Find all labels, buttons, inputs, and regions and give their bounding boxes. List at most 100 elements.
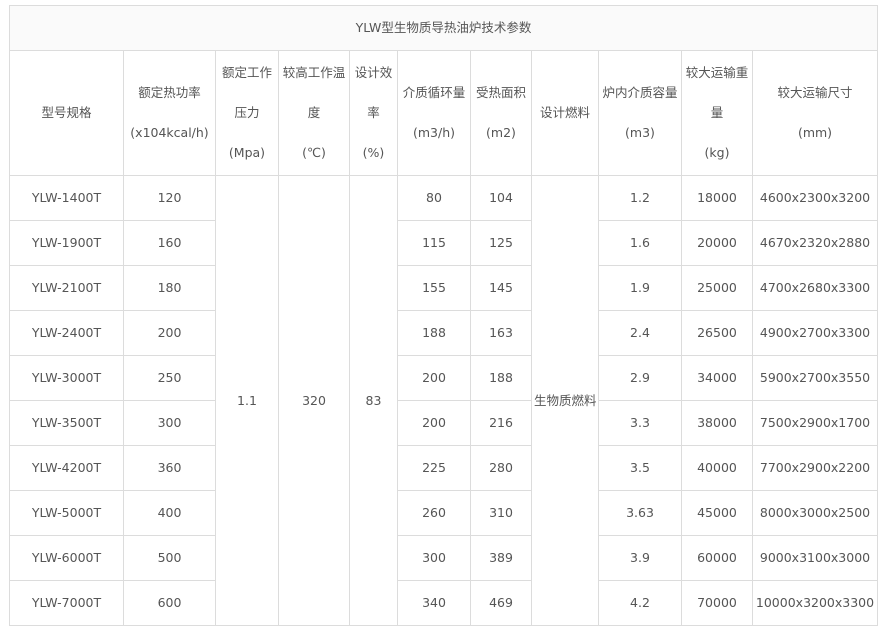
cell-heating-area: 125	[470, 220, 532, 266]
cell-heating-area: 469	[470, 580, 532, 626]
header-heating-area-line: 受热面积	[475, 85, 526, 100]
header-max-temperature-line: (℃)	[302, 145, 326, 160]
cell-medium-capacity: 3.9	[598, 535, 682, 581]
cell-max-size: 4900x2700x3300	[752, 310, 878, 356]
cell-max-size: 10000x3200x3300	[752, 580, 878, 626]
cell-max-size: 7500x2900x1700	[752, 400, 878, 446]
cell-model: YLW-1900T	[9, 220, 124, 266]
table-row: YLW-3500T 300 200 216 3.3 38000 7500x2900x1700	[9, 400, 878, 446]
header-rated-pressure-line: 额定工作	[221, 65, 272, 80]
header-max-weight-line: 较大运输重	[685, 65, 749, 80]
header-rated-pressure: 额定工作压力 (Mpa)	[215, 50, 279, 176]
cell-model: YLW-7000T	[9, 580, 124, 626]
cell-rated-power: 160	[123, 220, 216, 266]
cell-medium-capacity: 1.9	[598, 265, 682, 311]
cell-heating-area: 216	[470, 400, 532, 446]
cell-max-weight: 20000	[681, 220, 753, 266]
header-medium-flow-line: 介质循环量	[402, 85, 466, 100]
cell-max-weight: 60000	[681, 535, 753, 581]
header-row: 型号规格 额定热功率 (x104kcal/h) 额定工作压力 (Mpa) 较高工作温度 (℃…	[9, 50, 878, 176]
table-row: YLW-4200T 360 225 280 3.5 40000 7700x2900x2200	[9, 445, 878, 491]
table-row: YLW-2400T 200 188 163 2.4 26500 4900x2700x3300	[9, 310, 878, 356]
cell-heating-area: 310	[470, 490, 532, 536]
table-title: YLW型生物质导热油炉技术参数	[9, 5, 878, 51]
cell-model: YLW-2100T	[9, 265, 124, 311]
cell-max-weight: 26500	[681, 310, 753, 356]
header-max-temperature-line: 较高工作温	[282, 65, 346, 80]
cell-model: YLW-5000T	[9, 490, 124, 536]
cell-max-weight: 45000	[681, 490, 753, 536]
cell-max-weight: 38000	[681, 400, 753, 446]
cell-medium-capacity: 2.9	[598, 355, 682, 401]
cell-heating-area: 389	[470, 535, 532, 581]
cell-model: YLW-1400T	[9, 175, 124, 221]
cell-medium-flow: 260	[397, 490, 471, 536]
header-max-temperature: 较高工作温度 (℃)	[278, 50, 350, 176]
spec-table-container: YLW型生物质导热油炉技术参数 型号规格 额定热功率 (x104kcal/h) 额定工…	[9, 5, 878, 626]
cell-rated-power: 180	[123, 265, 216, 311]
header-rated-pressure-line: 压力	[234, 105, 260, 120]
cell-rated-power: 600	[123, 580, 216, 626]
cell-medium-flow: 155	[397, 265, 471, 311]
header-medium-capacity-line: 炉内介质容量	[602, 85, 678, 100]
header-medium-capacity-line: (m3)	[625, 125, 655, 140]
cell-max-size: 8000x3000x2500	[752, 490, 878, 536]
header-max-weight-line: 量	[710, 105, 724, 120]
table-row: YLW-5000T 400 260 310 3.63 45000 8000x3000x250…	[9, 490, 878, 536]
cell-medium-flow: 115	[397, 220, 471, 266]
cell-max-weight: 18000	[681, 175, 753, 221]
header-max-size-line: 较大运输尺寸	[777, 85, 853, 100]
cell-max-size: 7700x2900x2200	[752, 445, 878, 491]
cell-efficiency: 83	[349, 175, 398, 626]
cell-rated-power: 200	[123, 310, 216, 356]
cell-model: YLW-3000T	[9, 355, 124, 401]
cell-max-weight: 34000	[681, 355, 753, 401]
header-rated-pressure-line: (Mpa)	[228, 145, 266, 160]
cell-rated-pressure: 1.1	[215, 175, 279, 626]
cell-model: YLW-4200T	[9, 445, 124, 491]
cell-medium-flow: 225	[397, 445, 471, 491]
cell-rated-power: 120	[123, 175, 216, 221]
header-heating-area: 受热面积 (m2)	[470, 50, 532, 176]
header-max-size-line: (mm)	[797, 125, 833, 140]
cell-max-weight: 40000	[681, 445, 753, 491]
table-row: YLW-3000T 250 200 188 2.9 34000 5900x2700x3550	[9, 355, 878, 401]
header-efficiency: 设计效率 (%)	[349, 50, 398, 176]
table-row: YLW-6000T 500 300 389 3.9 60000 9000x3100x3000	[9, 535, 878, 581]
cell-rated-power: 360	[123, 445, 216, 491]
cell-max-size: 4700x2680x3300	[752, 265, 878, 311]
header-model-line: 型号规格	[41, 105, 92, 120]
cell-design-fuel: 生物质燃料	[531, 175, 599, 626]
cell-heating-area: 163	[470, 310, 532, 356]
cell-heating-area: 104	[470, 175, 532, 221]
cell-medium-flow: 340	[397, 580, 471, 626]
cell-max-size: 4670x2320x2880	[752, 220, 878, 266]
cell-medium-flow: 80	[397, 175, 471, 221]
header-rated-power-line: 额定热功率	[138, 85, 201, 100]
cell-heating-area: 188	[470, 355, 532, 401]
cell-medium-flow: 200	[397, 400, 471, 446]
header-max-size: 较大运输尺寸 (mm)	[752, 50, 878, 176]
cell-max-weight: 70000	[681, 580, 753, 626]
header-medium-flow-line: (m3/h)	[412, 125, 456, 140]
table-row: YLW-1900T 160 115 125 1.6 20000 4670x2320x2880	[9, 220, 878, 266]
cell-max-size: 5900x2700x3550	[752, 355, 878, 401]
header-model: 型号规格	[9, 50, 124, 176]
cell-max-temperature: 320	[278, 175, 350, 626]
header-max-temperature-line: 度	[307, 105, 321, 120]
cell-max-size: 4600x2300x3200	[752, 175, 878, 221]
cell-medium-capacity: 2.4	[598, 310, 682, 356]
cell-heating-area: 280	[470, 445, 532, 491]
table-row: YLW-2100T 180 155 145 1.9 25000 4700x2680x3300	[9, 265, 878, 311]
cell-medium-capacity: 3.3	[598, 400, 682, 446]
cell-max-size: 9000x3100x3000	[752, 535, 878, 581]
cell-rated-power: 500	[123, 535, 216, 581]
cell-medium-flow: 300	[397, 535, 471, 581]
header-max-weight: 较大运输重量 (kg)	[681, 50, 753, 176]
header-max-weight-line: (kg)	[704, 145, 730, 160]
cell-medium-capacity: 3.63	[598, 490, 682, 536]
cell-model: YLW-6000T	[9, 535, 124, 581]
table-row: YLW-7000T 600 340 469 4.2 70000 10000x3200x330…	[9, 580, 878, 626]
header-heating-area-line: (m2)	[486, 125, 516, 140]
header-rated-power-line: (x104kcal/h)	[130, 125, 209, 140]
